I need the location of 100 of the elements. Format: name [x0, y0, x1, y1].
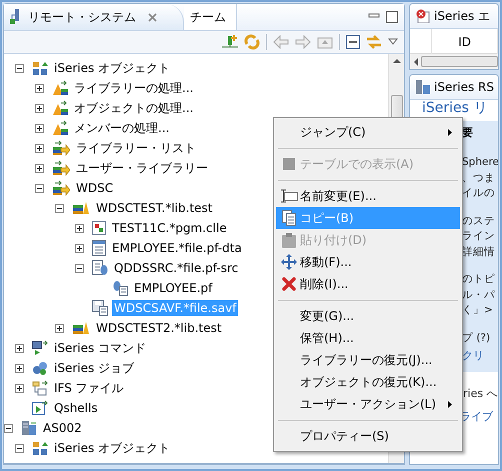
tree-item[interactable]: ユーザー・ライブラリー: [74, 158, 210, 178]
tree-item[interactable]: IFS ファイル: [52, 378, 126, 398]
tree-item[interactable]: WDSCTEST.*lib.test: [94, 200, 214, 216]
tree-item[interactable]: EMPLOYEE.pf: [132, 280, 214, 296]
filter-icon: [52, 100, 68, 116]
expand-toggle[interactable]: [15, 344, 24, 352]
collapse-toggle[interactable]: [35, 184, 44, 192]
expand-toggle[interactable]: [55, 324, 64, 332]
menu-item[interactable]: 移動(F)...: [276, 251, 460, 273]
tree-item[interactable]: AS002: [41, 420, 84, 436]
body-text: プ (?): [462, 330, 490, 346]
body-text: ル・パ: [462, 288, 495, 302]
library-arrow-icon: [52, 180, 70, 196]
menu-item[interactable]: オブジェクトの復元(K)...: [276, 371, 460, 393]
expand-toggle[interactable]: [15, 384, 24, 392]
section-title: ries へ: [463, 386, 498, 401]
folder-tree-icon: [32, 380, 48, 396]
library-books-icon: [72, 201, 90, 215]
tree-item[interactable]: QDDSSRC.*file.pf-src: [112, 260, 240, 276]
close-icon[interactable]: [148, 12, 157, 22]
menu-item[interactable]: 名前変更(E)...: [276, 185, 460, 207]
clipboard-icon: [282, 232, 296, 248]
plus-icon: [36, 164, 43, 172]
plus-icon: [16, 364, 23, 372]
menu-item[interactable]: ジャンプ(C): [276, 121, 460, 143]
table-icon: [283, 158, 295, 170]
plus-icon: [56, 324, 63, 332]
tree-item[interactable]: TEST11C.*pgm.clle: [110, 220, 229, 236]
server-icon: [21, 420, 37, 436]
tree-item[interactable]: WDSCTEST2.*lib.test: [94, 320, 224, 336]
library-arrow-icon: [52, 160, 70, 176]
tree-item[interactable]: ライブラリー・リスト: [74, 138, 198, 158]
tree-item[interactable]: WDSC: [74, 180, 116, 196]
tree-item[interactable]: EMPLOYEE.*file.pf-dta: [110, 240, 244, 256]
body-text: イルの: [462, 186, 495, 201]
rename-icon: [280, 189, 298, 203]
body-text: く」>: [462, 303, 493, 318]
view-menu-icon[interactable]: [388, 38, 398, 46]
scroll-left-icon: [413, 58, 418, 66]
menu-item[interactable]: ライブラリーの復元(J)...: [276, 349, 460, 371]
expand-toggle[interactable]: [35, 104, 44, 112]
collapse-toggle[interactable]: [75, 264, 84, 272]
object-stack-icon: [32, 440, 48, 456]
tree-item[interactable]: Qshells: [52, 400, 100, 416]
tree-item[interactable]: オブジェクトの処理...: [72, 98, 196, 118]
copy-icon: [282, 210, 296, 226]
plus-icon: [36, 124, 43, 132]
view-tab[interactable]: チーム: [184, 4, 237, 30]
menu-item[interactable]: 変更(G)...: [276, 305, 460, 327]
collapse-toggle[interactable]: [55, 204, 64, 212]
plus-icon: [36, 104, 43, 112]
help-link[interactable]: クリ: [462, 348, 484, 362]
expand-toggle[interactable]: [75, 224, 84, 232]
expand-toggle[interactable]: [35, 144, 44, 152]
tree-item[interactable]: iSeries オブジェクト: [52, 58, 172, 78]
view-tab[interactable]: リモート・システム: [4, 4, 184, 30]
plus-icon: [36, 144, 43, 152]
menu-item[interactable]: ユーザー・アクション(L): [276, 393, 460, 415]
summary-title: 要: [462, 125, 473, 141]
maximize-icon[interactable]: [386, 11, 398, 23]
expand-toggle[interactable]: [35, 84, 44, 92]
new-connection-icon[interactable]: [222, 34, 238, 50]
command-icon: [32, 340, 48, 356]
server-panel-icon: [416, 80, 430, 94]
filter-icon: [52, 80, 68, 96]
page-heading: iSeries リ: [421, 100, 488, 118]
collapse-toggle[interactable]: [15, 64, 24, 72]
menu-item[interactable]: 削除(I)...: [276, 273, 460, 295]
expand-toggle[interactable]: [35, 164, 44, 172]
expand-toggle[interactable]: [15, 364, 24, 372]
filter-icon: [52, 120, 68, 136]
body-text: ライン: [462, 229, 495, 244]
shell-icon: [32, 400, 48, 416]
tree-item[interactable]: iSeries ジョブ: [52, 358, 136, 378]
tree-item[interactable]: iSeries コマンド: [52, 338, 148, 358]
tree-item[interactable]: メンバーの処理...: [72, 118, 172, 138]
body-text: 、つま: [462, 170, 495, 186]
program-icon: [92, 221, 106, 235]
object-stack-icon: [32, 60, 48, 76]
expand-toggle[interactable]: [35, 124, 44, 132]
view-tab[interactable]: iSeries RS: [410, 75, 498, 100]
tree-item[interactable]: ライブラリーの処理...: [72, 78, 196, 98]
collapse-all-icon[interactable]: [346, 35, 360, 49]
move-arrows-icon: [281, 254, 297, 270]
save-file-icon: [92, 300, 108, 316]
plus-icon: [76, 224, 83, 232]
error-list-icon: [416, 9, 430, 23]
expand-toggle[interactable]: [75, 244, 84, 252]
view-tab[interactable]: iSeries エ: [410, 4, 498, 29]
library-arrow-icon: [52, 140, 70, 156]
menu-item[interactable]: プロパティー(S): [276, 425, 460, 447]
collapse-toggle[interactable]: [4, 424, 13, 432]
horizontal-scrollbar[interactable]: [410, 54, 498, 69]
tree-item[interactable]: iSeries オブジェクト: [52, 438, 172, 458]
scroll-up-icon: [392, 58, 400, 63]
collapse-toggle[interactable]: [15, 444, 24, 452]
data-file-icon: [92, 240, 106, 256]
menu-item[interactable]: 保管(H)...: [276, 327, 460, 349]
library-books-icon: [72, 321, 90, 335]
plus-icon: [36, 84, 43, 92]
